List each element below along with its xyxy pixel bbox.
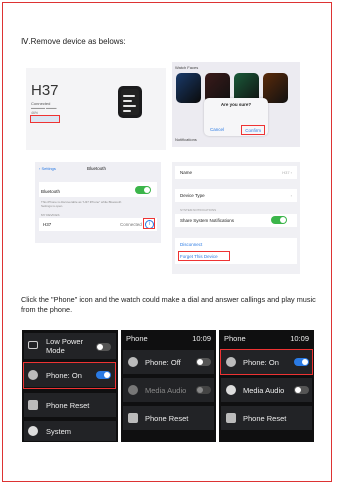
disconnect-button[interactable]: Disconnect (180, 242, 202, 247)
battery-icon (28, 341, 38, 349)
device-type-label: Device Type (180, 193, 205, 198)
low-power-toggle[interactable] (96, 343, 111, 351)
headphones-icon (226, 385, 236, 395)
name-value: H37 › (282, 170, 292, 175)
screen-title: Phone (126, 334, 148, 343)
section-heading: Ⅳ.Remove device as belows: (21, 37, 126, 46)
highlight-box (143, 218, 155, 229)
highlight-box (220, 349, 313, 375)
watch-faces-screen: Watch Faces Are you sure? Cancel Confirm… (172, 62, 300, 147)
phone-label: Phone: Off (145, 358, 181, 367)
system-notifications-label: SYSTEM NOTIFICATIONS (180, 208, 217, 212)
phone-on-screen: Phone 10:09 Phone: On Media Audio Phone … (219, 330, 314, 442)
watch-face-thumbnail[interactable] (263, 73, 288, 103)
clock-time: 10:09 (192, 334, 211, 343)
device-name: H37 (31, 82, 59, 99)
device-name: H37 (43, 222, 52, 227)
bluetooth-label: Bluetooth (41, 189, 61, 194)
confirm-dialog: Are you sure? Cancel Confirm (204, 98, 268, 136)
phone-icon (128, 357, 138, 367)
back-button[interactable]: ‹ Settings (39, 166, 56, 171)
highlight-box (30, 115, 60, 123)
phone-reset-label: Phone Reset (243, 414, 287, 423)
cancel-button[interactable]: Cancel (210, 127, 224, 132)
screen-title: Bluetooth (87, 166, 107, 171)
watch-faces-header: Watch Faces (175, 65, 199, 70)
headphones-icon (128, 385, 138, 395)
watch-image (118, 79, 142, 125)
chevron-right-icon: › (290, 193, 292, 198)
bluetooth-toggle[interactable] (135, 186, 151, 194)
low-power-label: Low Power Mode (46, 337, 84, 355)
phone-reset-label: Phone Reset (145, 414, 189, 423)
media-label: Media Audio (145, 386, 187, 395)
name-label: Name (180, 170, 193, 175)
bluetooth-screen: ‹ Settings Bluetooth Bluetooth This iPho… (35, 162, 161, 243)
reset-icon (28, 400, 38, 410)
reset-icon (226, 413, 236, 423)
highlight-box (23, 362, 116, 389)
discoverable-text: This iPhone is discoverable as "H37 iPho… (41, 200, 122, 208)
highlight-box (178, 251, 230, 261)
reset-icon (128, 413, 138, 423)
media-toggle[interactable] (294, 386, 309, 394)
highlight-box (241, 125, 265, 135)
share-toggle[interactable] (271, 216, 287, 224)
media-toggle[interactable] (196, 386, 211, 394)
name-row[interactable] (175, 166, 297, 179)
device-screen: H37 Connected ▬▬▬▬ ▬▬▬ 46% (26, 68, 166, 150)
watch-menu-screen: Low Power Mode Phone: On Phone Reset Sys… (22, 330, 118, 442)
phone-reset-label: Phone Reset (46, 401, 90, 410)
notifications-label: Notifications (175, 137, 197, 142)
watch-face-thumbnail[interactable] (176, 73, 201, 103)
media-label: Media Audio (243, 386, 285, 395)
phone-toggle[interactable] (196, 358, 211, 366)
share-label: Share System Notifications (180, 218, 235, 223)
gear-icon (28, 426, 38, 436)
clock-time: 10:09 (290, 334, 309, 343)
device-status: Connected (120, 222, 142, 227)
my-devices-label: MY DEVICES (41, 213, 60, 217)
device-substatus: ▬▬▬▬ ▬▬▬ (31, 106, 57, 110)
screen-title: Phone (224, 334, 246, 343)
device-settings-screen: Name H37 › Device Type › SYSTEM NOTIFICA… (172, 162, 300, 274)
dialog-prompt: Are you sure? (220, 102, 252, 107)
instruction-paragraph: Click the "Phone" icon and the watch cou… (21, 295, 316, 314)
phone-off-screen: Phone 10:09 Phone: Off Media Audio Phone… (121, 330, 216, 442)
system-label: System (46, 427, 72, 436)
